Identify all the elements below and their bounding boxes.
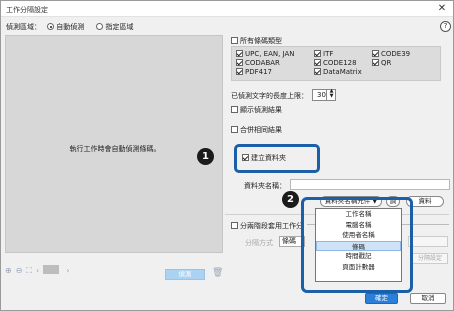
folder-components-menu: 工作名稱 電腦名稱 使用者名稱 條碼 時間戳記 頁面計數器: [315, 208, 402, 282]
barcode-type-label: DataMatrix: [323, 68, 362, 76]
checkbox-on-icon: [372, 50, 379, 57]
barcode-type-code128[interactable]: CODE128: [314, 59, 372, 67]
checkbox-on-icon: [236, 59, 243, 66]
zoom-in-icon[interactable]: ⊕: [5, 266, 12, 275]
menu-item-job-name[interactable]: 工作名稱: [316, 209, 401, 220]
checkbox-off-icon: [231, 222, 238, 229]
show-results-option[interactable]: 顯示偵測結果: [231, 105, 282, 115]
detection-area-bar: 偵測區域： 自動偵測 指定區域: [6, 22, 133, 32]
barcode-type-code39[interactable]: CODE39: [372, 50, 432, 58]
menu-item-user-name[interactable]: 使用者名稱: [316, 230, 401, 241]
max-length-label: 已偵測文字的長度上限：: [231, 92, 308, 100]
create-folder-label: 建立資料夾: [251, 154, 286, 162]
create-folder-option[interactable]: 建立資料夾: [242, 153, 286, 163]
help-icon[interactable]: ?: [440, 21, 451, 32]
page-thumb: [43, 265, 60, 274]
barcode-type-label: CODE128: [323, 59, 357, 67]
menu-item-barcode[interactable]: 條碼: [316, 240, 401, 251]
checkbox-off-icon: [231, 37, 238, 44]
checkbox-on-icon: [236, 68, 243, 75]
folder-name-input[interactable]: [290, 179, 450, 190]
radio-auto-detect[interactable]: 自動偵測: [47, 23, 84, 31]
barcode-type-label: ITF: [323, 50, 334, 58]
barcode-type-label: QR: [381, 59, 392, 67]
preview-message: 執行工作時會自動偵測條碼。: [69, 145, 161, 153]
spinner-arrows[interactable]: ▲ ▼: [326, 89, 336, 101]
radio-off-icon: [96, 23, 104, 30]
step-badge-one: 1: [197, 148, 214, 165]
close-icon[interactable]: ✕: [436, 3, 448, 15]
step-badge-two: 2: [282, 191, 299, 208]
task-separation-dialog: 工作分隔設定 ✕ 偵測區域： 自動偵測 指定區域 ? 執行工作時會自動偵測條碼。…: [0, 0, 454, 311]
show-results-label: 顯示偵測結果: [240, 106, 282, 114]
radio-auto-label: 自動偵測: [56, 23, 85, 31]
radio-on-icon: [47, 23, 55, 30]
split-settings-button[interactable]: 分隔設定: [412, 253, 448, 264]
barcode-type-label: PDF417: [245, 68, 272, 76]
checkbox-on-icon: [314, 50, 321, 57]
split-dim-field: [408, 236, 448, 247]
barcode-type-qr[interactable]: QR: [372, 59, 432, 67]
merge-results-option[interactable]: 合併相同結果: [231, 125, 282, 135]
barcode-type-itf[interactable]: ITF: [314, 50, 372, 58]
split-method-label: 分隔方式: [245, 239, 273, 247]
barcode-type-datamatrix[interactable]: DataMatrix: [314, 68, 372, 76]
window-title: 工作分隔設定: [6, 6, 48, 14]
menu-item-timestamp[interactable]: 時間戳記: [316, 251, 401, 262]
radio-specify-label: 指定區域: [105, 23, 134, 31]
all-types-label: 所有條碼類型: [240, 37, 282, 45]
barcode-type-codabar[interactable]: CODABAR: [236, 59, 314, 67]
spin-down-icon[interactable]: ▼: [327, 94, 336, 99]
checkbox-off-icon: [231, 126, 238, 133]
detection-area-label: 偵測區域：: [6, 23, 41, 31]
trash-icon[interactable]: 🗑: [212, 268, 223, 278]
barcode-types-box: UPC, EAN, JAN ITF CODE39 CODABAR CODE128…: [231, 46, 441, 81]
barcode-type-label: UPC, EAN, JAN: [245, 50, 295, 58]
prev-icon[interactable]: ‹: [36, 266, 39, 275]
cancel-button[interactable]: 取消: [410, 293, 446, 304]
folder-name-label: 資料夾名稱：: [244, 182, 286, 190]
detect-button[interactable]: 偵測: [165, 269, 205, 280]
preview-pane: 執行工作時會自動偵測條碼。: [5, 35, 223, 253]
checkbox-on-icon: [236, 50, 243, 57]
checkbox-off-icon: [231, 106, 238, 113]
ok-button[interactable]: 確定: [365, 293, 398, 304]
checkbox-on-icon: [242, 154, 249, 161]
checkbox-on-icon: [372, 59, 379, 66]
barcode-type-label: CODE39: [381, 50, 411, 58]
zoom-out-icon[interactable]: ⊖: [16, 266, 23, 275]
barcode-type-label: CODABAR: [245, 59, 280, 67]
split-label: 分兩階段套用工作分: [240, 222, 303, 230]
radio-specify-area[interactable]: 指定區域: [96, 23, 133, 31]
all-barcode-types[interactable]: 所有條碼類型: [231, 36, 282, 46]
barcode-type-upc[interactable]: UPC, EAN, JAN: [236, 50, 314, 58]
menu-item-page-counter[interactable]: 頁面計數器: [316, 262, 401, 273]
two-stage-split-option[interactable]: 分兩階段套用工作分: [231, 221, 303, 231]
next-icon[interactable]: ›: [66, 266, 69, 275]
title-bar: 工作分隔設定 ✕: [1, 1, 453, 17]
fit-icon[interactable]: ⛶: [26, 266, 32, 275]
checkbox-on-icon: [314, 68, 321, 75]
menu-item-computer-name[interactable]: 電腦名稱: [316, 220, 401, 231]
preview-toolbar: ⊕ ⊖ ⛶ ‹ ›: [5, 265, 73, 277]
barcode-type-pdf417[interactable]: PDF417: [236, 68, 314, 76]
merge-label: 合併相同結果: [240, 126, 282, 134]
checkbox-on-icon: [314, 59, 321, 66]
